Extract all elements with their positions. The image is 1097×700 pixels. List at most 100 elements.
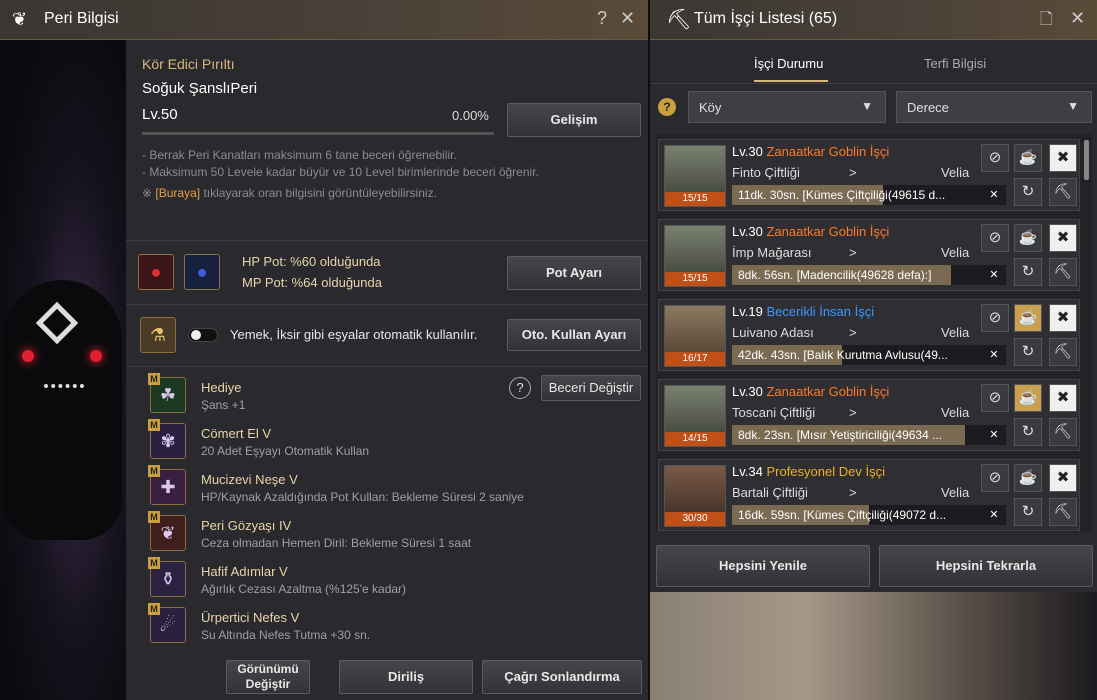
pot-settings-button[interactable]: Pot Ayarı — [507, 256, 641, 290]
fairy-info-window: ❦ Peri Bilgisi ? ✕ — [0, 0, 648, 40]
rate-info-link[interactable]: [Buraya] — [155, 186, 200, 200]
evolve-button[interactable]: Gelişim — [507, 103, 641, 137]
worker-stamina: 15/15 — [665, 272, 725, 286]
tab-active-indicator — [754, 80, 828, 82]
task-text: 16dk. 59sn. [Kümes Çiftçiliği(49072 d... — [738, 508, 947, 522]
arrow-icon: > — [849, 165, 857, 180]
pickaxe-action-icon[interactable]: ⛏ — [1049, 258, 1077, 286]
worker-title: Lv.30 Zanaatkar Goblin İşçi — [732, 384, 889, 399]
task-progress-bar: 11dk. 30sn. [Kümes Çiftçiliği(49615 d...… — [732, 185, 1006, 205]
beer-mug-icon[interactable]: ☕ — [1014, 384, 1042, 412]
fire-worker-icon[interactable]: ✖ — [1049, 304, 1077, 332]
disable-icon[interactable]: ⊘ — [981, 144, 1009, 172]
fairy-mouth — [44, 380, 84, 388]
repeat-icon[interactable]: ↻ — [1014, 338, 1042, 366]
fire-worker-icon[interactable]: ✖ — [1049, 144, 1077, 172]
worker-portrait: 15/15 — [664, 145, 726, 207]
disable-icon[interactable]: ⊘ — [981, 224, 1009, 252]
worker-level: Lv.19 — [732, 304, 763, 319]
worker-card[interactable]: 16/17 Lv.19 Becerikli İnsan İşçi Luivano… — [658, 299, 1080, 371]
close-icon[interactable]: ✕ — [620, 8, 635, 29]
worker-card[interactable]: 15/15 Lv.30 Zanaatkar Goblin İşçi İmp Ma… — [658, 219, 1080, 291]
help-icon[interactable]: ? — [658, 98, 676, 116]
pickaxe-action-icon[interactable]: ⛏ — [1049, 498, 1077, 526]
auto-use-toggle[interactable] — [188, 328, 218, 342]
tab-promotion-info[interactable]: Terfi Bilgisi — [924, 56, 986, 71]
fire-worker-icon[interactable]: ✖ — [1049, 464, 1077, 492]
arrow-icon: > — [849, 485, 857, 500]
revive-button[interactable]: Diriliş — [339, 660, 473, 694]
end-summon-button[interactable]: Çağrı Sonlandırma — [482, 660, 642, 694]
task-progress-bar: 8dk. 23sn. [Mısır Yetiştiriciliği(49634 … — [732, 425, 1006, 445]
fire-worker-icon[interactable]: ✖ — [1049, 224, 1077, 252]
grade-filter-select[interactable]: Derece ▼ — [896, 91, 1092, 123]
skill-description: Ağırlık Cezası Azaltma (%125'e kadar) — [201, 582, 407, 596]
cancel-task-icon[interactable]: ✕ — [986, 427, 1002, 443]
worker-portrait: 14/15 — [664, 385, 726, 447]
worker-card[interactable]: 14/15 Lv.30 Zanaatkar Goblin İşçi Toscan… — [658, 379, 1080, 451]
pickaxe-action-icon[interactable]: ⛏ — [1049, 178, 1077, 206]
auto-use-settings-button[interactable]: Oto. Kullan Ayarı — [507, 319, 641, 351]
fairy-info-titlebar[interactable]: ❦ Peri Bilgisi ? ✕ — [0, 0, 648, 40]
beer-mug-icon[interactable]: ☕ — [1014, 144, 1042, 172]
skill-name: Hediye — [201, 380, 242, 395]
repeat-icon[interactable]: ↻ — [1014, 498, 1042, 526]
skill-tag: M — [148, 373, 160, 385]
worker-stamina: 16/17 — [665, 352, 725, 366]
change-appearance-button[interactable]: Görünümü Değiştir — [226, 660, 310, 694]
disable-icon[interactable]: ⊘ — [981, 384, 1009, 412]
worker-node: Luivano Adası — [732, 325, 814, 340]
worker-region: Velia — [941, 245, 970, 260]
cancel-task-icon[interactable]: ✕ — [986, 507, 1002, 523]
worker-list-scrollbar[interactable] — [1084, 140, 1089, 180]
divider — [650, 83, 1097, 84]
pickaxe-action-icon[interactable]: ⛏ — [1049, 418, 1077, 446]
note-skills: - Berrak Peri Kanatları maksimum 6 tane … — [142, 148, 457, 162]
worker-card[interactable]: 15/15 Lv.30 Zanaatkar Goblin İşçi Finto … — [658, 139, 1080, 211]
beer-mug-icon[interactable]: ☕ — [1014, 304, 1042, 332]
worker-level: Lv.34 — [732, 464, 763, 479]
disable-icon[interactable]: ⊘ — [981, 464, 1009, 492]
repeat-icon[interactable]: ↻ — [1014, 418, 1042, 446]
beer-mug-icon[interactable]: ☕ — [1014, 224, 1042, 252]
fairy-eye-left — [22, 350, 34, 362]
worker-title: Lv.34 Profesyonel Dev İşçi — [732, 464, 885, 479]
fire-worker-icon[interactable]: ✖ — [1049, 384, 1077, 412]
refresh-all-button[interactable]: Hepsini Yenile — [656, 545, 870, 587]
worker-title: Lv.30 Zanaatkar Goblin İşçi — [732, 224, 889, 239]
note-mark: ※ — [142, 186, 153, 200]
hp-potion-icon: ● — [138, 254, 174, 290]
worker-list-titlebar[interactable]: ⛏ Tüm İşçi Listesi (65) 🗋 ✕ — [650, 0, 1097, 40]
help-icon[interactable]: ? — [597, 8, 607, 29]
note-rate-text: tıklayarak oran bilgisini görüntüleyebil… — [203, 186, 437, 200]
window-title: Peri Bilgisi — [44, 10, 119, 27]
worker-stamina: 30/30 — [665, 512, 725, 526]
cancel-task-icon[interactable]: ✕ — [986, 347, 1002, 363]
skill-name: Peri Gözyaşı IV — [201, 518, 292, 533]
beer-mug-icon[interactable]: ☕ — [1014, 464, 1042, 492]
disable-icon[interactable]: ⊘ — [981, 304, 1009, 332]
worker-title: Lv.19 Becerikli İnsan İşçi — [732, 304, 874, 319]
close-icon[interactable]: ✕ — [1070, 8, 1085, 29]
skill-help-icon[interactable]: ? — [509, 377, 531, 399]
tab-worker-status[interactable]: İşçi Durumu — [754, 56, 823, 71]
cancel-task-icon[interactable]: ✕ — [986, 187, 1002, 203]
change-skill-button[interactable]: Beceri Değiştir — [541, 375, 641, 401]
elixir-auto-icon: ⚗ — [140, 317, 176, 353]
fairy-level: Lv.50 — [142, 106, 178, 123]
exp-percent: 0.00% — [452, 108, 489, 123]
town-filter-select[interactable]: Köy ▼ — [688, 91, 886, 123]
chevron-down-icon: ▼ — [1067, 99, 1079, 113]
repeat-all-button[interactable]: Hepsini Tekrarla — [879, 545, 1093, 587]
task-progress-bar: 42dk. 43sn. [Balık Kurutma Avlusu(49... … — [732, 345, 1006, 365]
worker-type: Becerikli İnsan İşçi — [766, 304, 875, 319]
worker-stamina: 14/15 — [665, 432, 725, 446]
cancel-task-icon[interactable]: ✕ — [986, 267, 1002, 283]
document-icon[interactable]: 🗋 — [1040, 8, 1053, 35]
worker-card[interactable]: 30/30 Lv.34 Profesyonel Dev İşçi Bartali… — [658, 459, 1080, 531]
repeat-icon[interactable]: ↻ — [1014, 178, 1042, 206]
hp-pot-text: HP Pot: %60 olduğunda — [242, 254, 381, 269]
repeat-icon[interactable]: ↻ — [1014, 258, 1042, 286]
pickaxe-action-icon[interactable]: ⛏ — [1049, 338, 1077, 366]
worker-portrait: 16/17 — [664, 305, 726, 367]
